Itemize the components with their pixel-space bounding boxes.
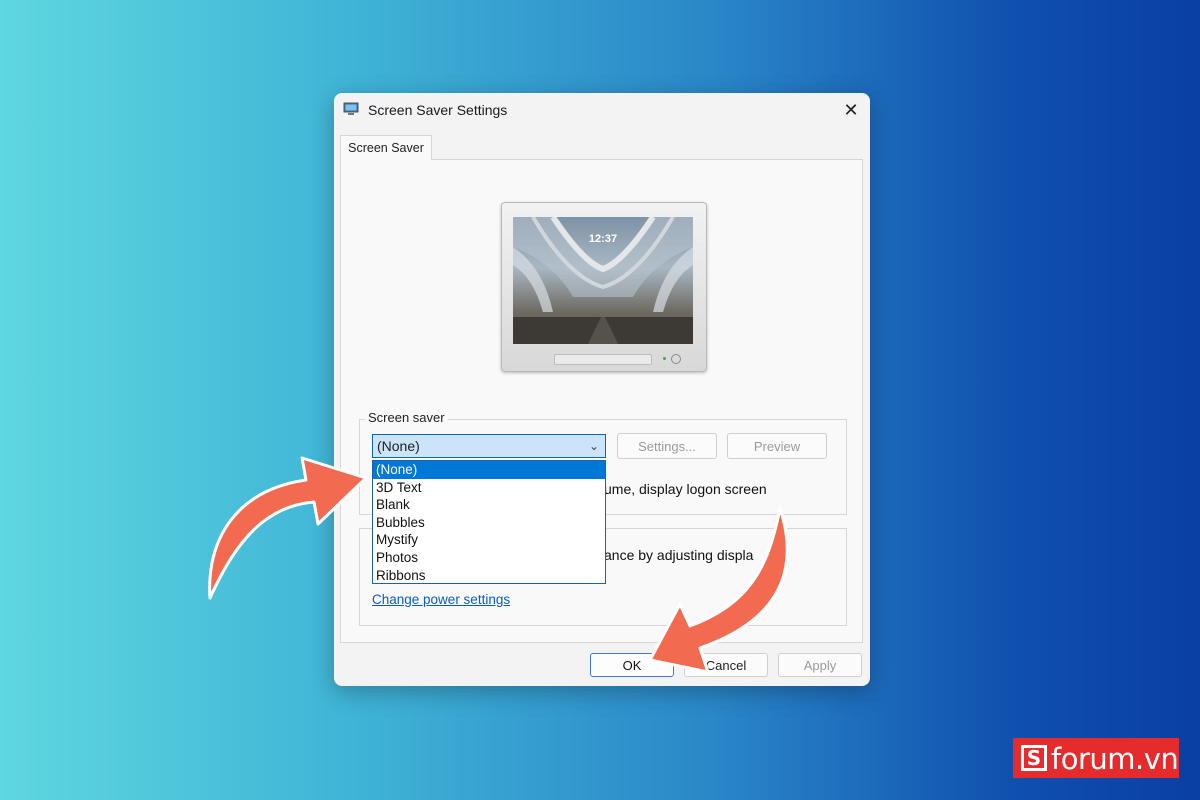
close-button[interactable]: ✕: [838, 97, 864, 123]
title-bar: Screen Saver Settings ✕: [334, 93, 870, 127]
ok-button-label: OK: [622, 657, 642, 673]
screen-saver-dropdown-list: (None) 3D Text Blank Bubbles Mystify Pho…: [372, 460, 606, 584]
tab-screen-saver[interactable]: Screen Saver: [340, 135, 432, 160]
monitor-power-icon: [671, 354, 681, 364]
settings-button[interactable]: Settings...: [617, 433, 717, 459]
dropdown-option[interactable]: Ribbons: [373, 567, 605, 585]
screen-saver-group-label: Screen saver: [365, 410, 448, 425]
dropdown-option[interactable]: Photos: [373, 549, 605, 567]
close-icon: ✕: [843, 99, 859, 120]
tab-label: Screen Saver: [348, 141, 424, 155]
dropdown-option[interactable]: Bubbles: [373, 514, 605, 532]
curved-arrow-left-icon: [208, 456, 368, 600]
logon-screen-option-text: ume, display logon screen: [604, 481, 767, 497]
preview-button-label: Preview: [753, 438, 801, 454]
preview-button[interactable]: Preview: [727, 433, 827, 459]
dropdown-option[interactable]: Mystify: [373, 531, 605, 549]
chevron-down-icon: ⌄: [588, 439, 599, 453]
dropdown-option[interactable]: 3D Text: [373, 479, 605, 497]
monitor-preview: 12:37: [501, 202, 707, 372]
monitor-led-icon: [663, 357, 666, 360]
preview-screen: 12:37: [513, 217, 693, 344]
monitor-stand-slot: [554, 354, 652, 365]
dropdown-option[interactable]: (None): [373, 461, 605, 479]
monitor-app-icon: [343, 102, 359, 115]
curved-arrow-down-icon: [648, 506, 789, 674]
screen-saver-select[interactable]: (None) ⌄: [372, 434, 606, 458]
sforum-logo: S forum.vn: [1013, 738, 1179, 778]
sforum-logo-text: forum.vn: [1051, 742, 1179, 776]
preview-clock: 12:37: [588, 233, 618, 245]
settings-button-label: Settings...: [638, 438, 696, 454]
window-title: Screen Saver Settings: [368, 102, 508, 118]
sforum-logo-mark: S: [1021, 745, 1047, 771]
dropdown-option[interactable]: Blank: [373, 496, 605, 514]
